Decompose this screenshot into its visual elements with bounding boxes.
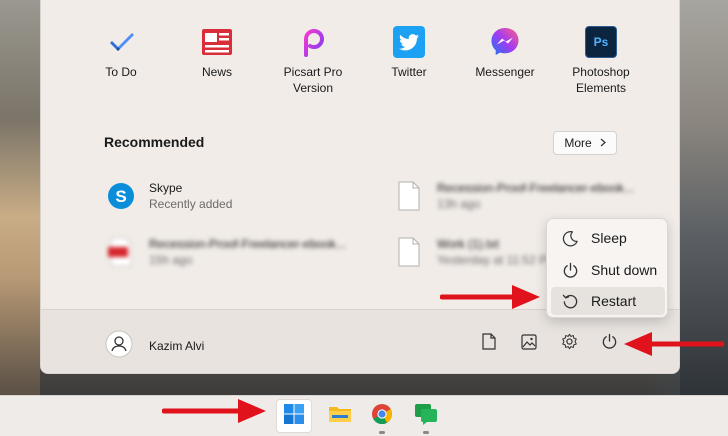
recommended-heading: Recommended bbox=[104, 134, 205, 150]
pinned-app-label: Twitter bbox=[391, 65, 427, 79]
recommended-item-time: 13h ago bbox=[437, 197, 481, 211]
svg-text:S: S bbox=[115, 187, 126, 206]
skype-icon: S bbox=[105, 180, 137, 212]
twitter-icon bbox=[393, 26, 425, 58]
taskbar bbox=[0, 395, 728, 436]
user-name: Kazim Alvi bbox=[149, 338, 205, 353]
pinned-app-todo[interactable]: To Do bbox=[73, 26, 169, 80]
recommended-item-name: Work (1).txt bbox=[437, 237, 499, 251]
power-menu-shutdown[interactable]: Shut down bbox=[551, 256, 665, 284]
pinned-app-label: To Do bbox=[105, 65, 137, 79]
recommended-item-name: Recession-Proof-Freelancer-ebook... bbox=[149, 237, 346, 251]
pinned-app-label: Picsart Pro Version bbox=[283, 65, 343, 95]
pinned-app-label: News bbox=[201, 65, 232, 79]
more-button-label: More bbox=[564, 136, 592, 150]
restart-icon bbox=[559, 290, 581, 312]
annotation-arrow-restart bbox=[440, 285, 540, 309]
documents-button[interactable] bbox=[475, 330, 503, 358]
annotation-arrow-start bbox=[162, 399, 266, 423]
recommended-item-time: 15h ago bbox=[149, 253, 193, 267]
taskbar-file-explorer[interactable] bbox=[322, 399, 358, 433]
pinned-app-label: Messenger bbox=[475, 65, 535, 79]
user-account-button[interactable]: Kazim Alvi bbox=[105, 330, 204, 361]
power-menu-restart[interactable]: Restart bbox=[551, 287, 665, 315]
power-menu-label: Shut down bbox=[591, 262, 658, 278]
recommended-item-time: Recently added bbox=[149, 197, 233, 211]
annotation-arrow-power bbox=[624, 332, 724, 356]
folder-icon bbox=[328, 404, 352, 429]
recommended-item-time: Yesterday at 11:52 PM bbox=[437, 253, 558, 267]
power-options-menu: Sleep Shut down Restart bbox=[546, 218, 668, 318]
wallpaper-left-strip bbox=[0, 0, 40, 395]
pinned-app-picsart[interactable]: Picsart Pro Version bbox=[265, 26, 361, 96]
running-indicator bbox=[423, 431, 429, 434]
document-icon bbox=[482, 333, 496, 355]
power-menu-sleep[interactable]: Sleep bbox=[551, 224, 665, 252]
pinned-app-label: Photoshop Elements bbox=[572, 65, 630, 95]
chrome-icon bbox=[371, 403, 393, 430]
recommended-item-name: Skype bbox=[149, 181, 183, 195]
more-button[interactable]: More bbox=[553, 131, 617, 155]
document-icon bbox=[393, 180, 425, 212]
running-indicator bbox=[379, 431, 385, 434]
picsart-icon bbox=[297, 26, 329, 58]
pictures-button[interactable] bbox=[515, 330, 543, 358]
recommended-item-ebook-pdf[interactable]: Recession-Proof-Freelancer-ebook... 15h … bbox=[105, 236, 346, 268]
settings-button[interactable] bbox=[555, 330, 583, 358]
pinned-app-news[interactable]: News bbox=[169, 26, 265, 80]
chevron-right-icon bbox=[600, 136, 606, 150]
taskbar-start-button[interactable] bbox=[276, 399, 312, 433]
gear-icon bbox=[561, 333, 578, 355]
taskbar-chrome[interactable] bbox=[364, 399, 400, 434]
pdf-icon bbox=[105, 236, 137, 268]
moon-icon bbox=[559, 227, 581, 249]
power-button[interactable] bbox=[595, 330, 623, 358]
pinned-app-twitter[interactable]: Twitter bbox=[361, 26, 457, 80]
photoshop-icon: Ps bbox=[585, 26, 617, 58]
chat-icon bbox=[414, 403, 438, 430]
pinned-app-messenger[interactable]: Messenger bbox=[457, 26, 553, 80]
recommended-item-ebook-doc[interactable]: Recession-Proof-Freelancer-ebook... 13h … bbox=[393, 180, 634, 212]
recommended-item-name: Recession-Proof-Freelancer-ebook... bbox=[437, 181, 634, 195]
recommended-item-work-txt[interactable]: Work (1).txt Yesterday at 11:52 PM bbox=[393, 236, 557, 268]
todo-icon bbox=[105, 26, 137, 58]
windows-logo-icon bbox=[283, 403, 305, 430]
recommended-item-skype[interactable]: S Skype Recently added bbox=[105, 180, 232, 212]
power-icon bbox=[601, 333, 618, 355]
picture-icon bbox=[521, 333, 537, 355]
power-menu-label: Sleep bbox=[591, 230, 627, 246]
power-menu-label: Restart bbox=[591, 293, 637, 309]
pinned-app-photoshop[interactable]: Ps Photoshop Elements bbox=[553, 26, 649, 96]
text-file-icon bbox=[393, 236, 425, 268]
power-icon bbox=[559, 259, 581, 281]
news-icon bbox=[201, 26, 233, 58]
taskbar-chat[interactable] bbox=[408, 399, 444, 434]
user-avatar-icon bbox=[105, 330, 133, 361]
messenger-icon bbox=[489, 26, 521, 58]
